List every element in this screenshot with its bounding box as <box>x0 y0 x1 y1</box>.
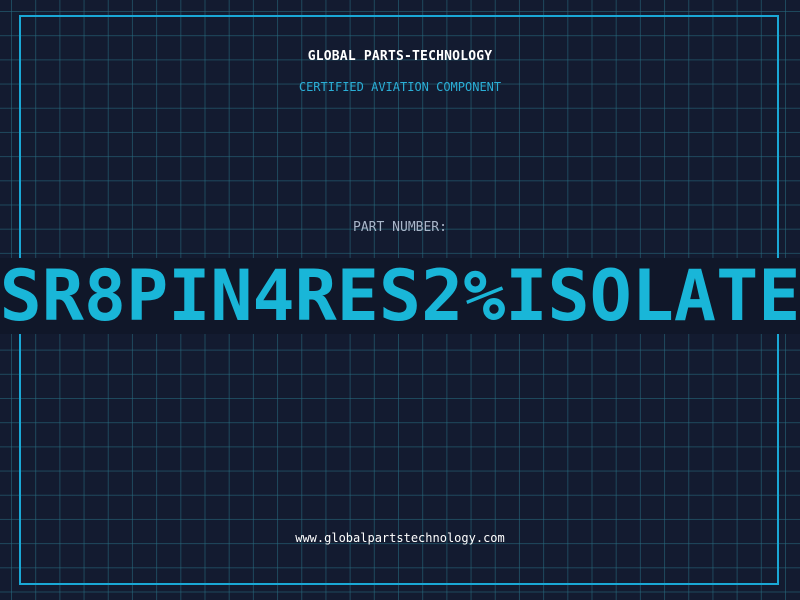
part-number-band: SR8PIN4RES2%ISOLATE <box>0 258 800 334</box>
website-url: www.globalpartstechnology.com <box>295 531 505 545</box>
part-number-value: SR8PIN4RES2%ISOLATE <box>0 258 800 334</box>
label-canvas: GLOBAL PARTS-TECHNOLOGY CERTIFIED AVIATI… <box>0 0 800 600</box>
company-name: GLOBAL PARTS-TECHNOLOGY <box>307 49 493 64</box>
part-number-label: PART NUMBER: <box>353 220 447 235</box>
certification-subtitle: CERTIFIED AVIATION COMPONENT <box>298 80 502 94</box>
